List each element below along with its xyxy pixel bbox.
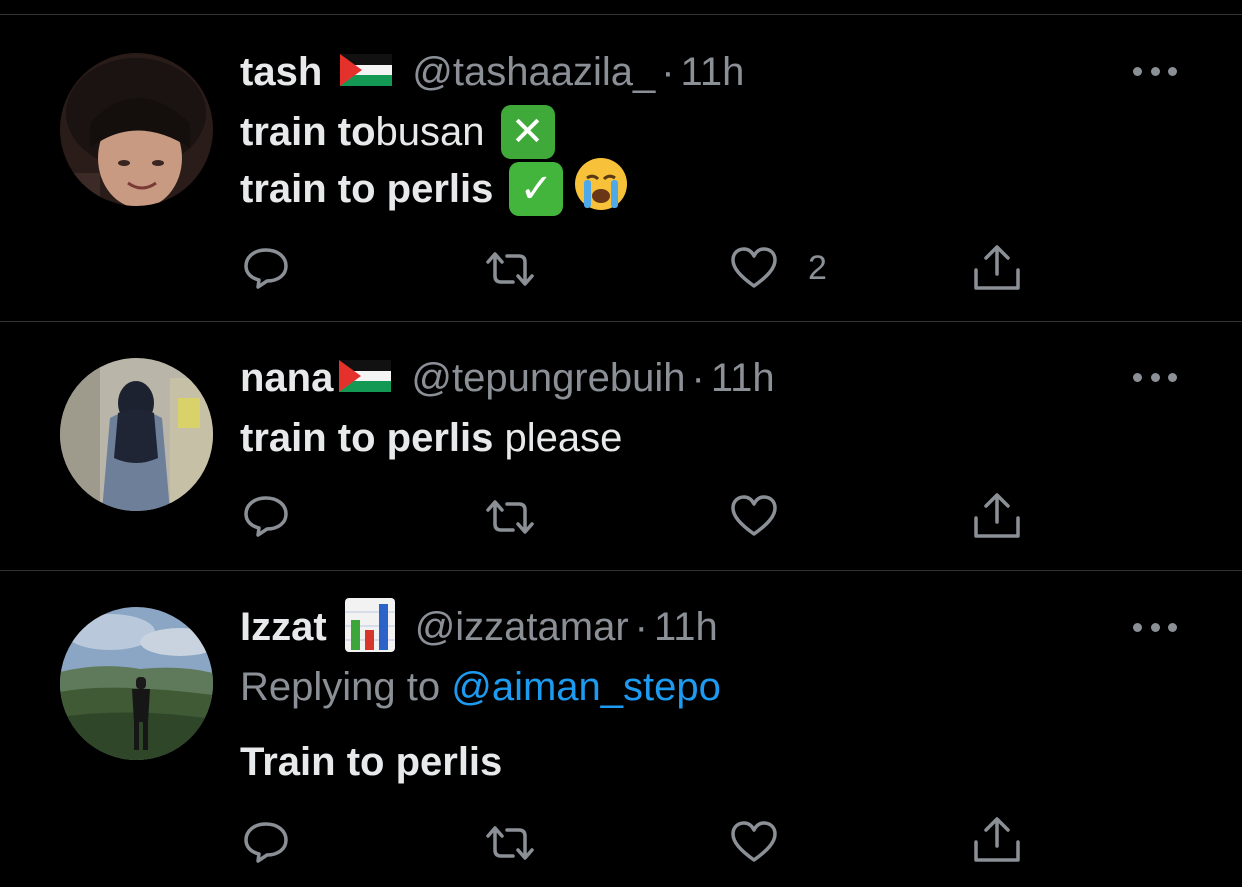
avatar[interactable] — [60, 607, 213, 760]
display-name[interactable]: Izzat — [240, 605, 327, 650]
tweet-3[interactable]: Izzat @izzatamar · 11h Replying to @aima… — [0, 0, 1242, 887]
like-button[interactable] — [730, 820, 778, 864]
mention-link[interactable]: @aiman_stepo — [451, 665, 721, 710]
tweet-header: Izzat @izzatamar · 11h — [240, 597, 718, 652]
heart-icon — [731, 821, 777, 862]
retweet-button[interactable] — [482, 824, 538, 862]
replying-to: Replying to @aiman_stepo — [240, 661, 721, 713]
share-icon — [974, 817, 1020, 862]
retweet-icon — [486, 826, 534, 860]
reply-button[interactable] — [242, 820, 290, 864]
timestamp[interactable]: 11h — [654, 605, 718, 650]
handle[interactable]: @izzatamar — [415, 605, 629, 650]
tweet-text-bold: Train to perlis — [240, 739, 503, 784]
tweet-text-line: Train to perlis — [240, 736, 502, 788]
more-options-icon[interactable] — [1133, 620, 1177, 634]
share-button[interactable] — [972, 816, 1022, 864]
reply-icon — [244, 822, 288, 863]
bar-chart-icon — [344, 597, 395, 657]
replying-to-label: Replying to — [240, 664, 452, 709]
separator-dot: · — [634, 604, 648, 649]
